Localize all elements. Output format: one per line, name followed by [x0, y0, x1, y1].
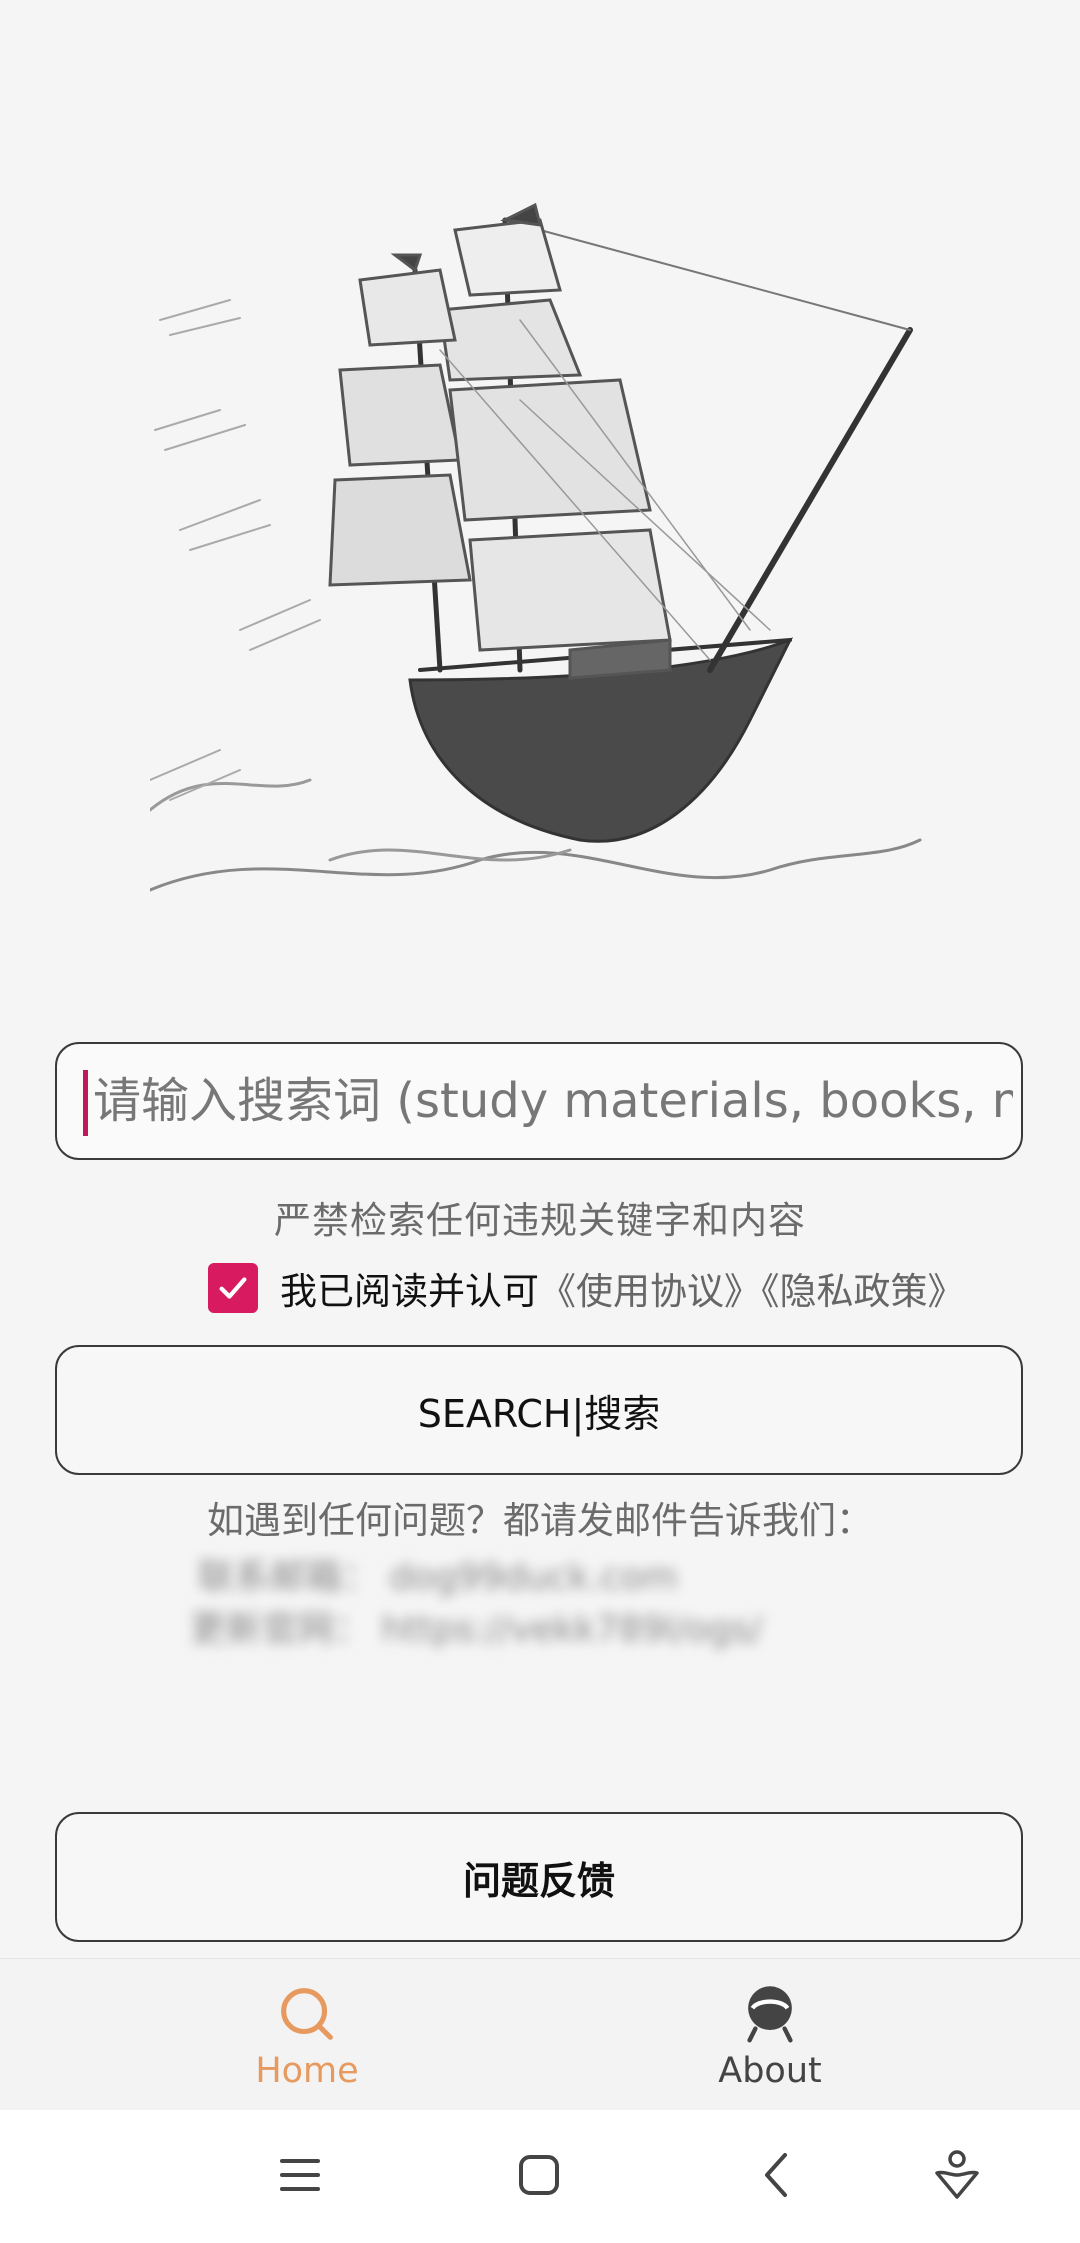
back-icon[interactable] [742, 2140, 812, 2210]
menu-icon[interactable] [265, 2140, 335, 2210]
terms-link[interactable]: 《使用协议》 [539, 1270, 761, 1313]
text-cursor [83, 1070, 88, 1136]
feedback-button[interactable]: 问题反馈 [55, 1812, 1023, 1942]
home-square-icon[interactable] [504, 2140, 574, 2210]
contact-email: 联系邮箱： dog99duck.com [198, 1557, 678, 1598]
nav-item-home[interactable]: Home [157, 1959, 457, 2111]
checkmark-icon [219, 1277, 247, 1299]
agreement-text: 我已阅读并认可 [280, 1270, 539, 1313]
agreement-checkbox[interactable] [208, 1263, 258, 1313]
bottom-nav: Home About [0, 1958, 1080, 2111]
contact-question: 如遇到任何问题？都请发邮件告诉我们： [207, 1499, 873, 1542]
search-input-container[interactable] [55, 1042, 1023, 1160]
assistant-icon[interactable] [922, 2140, 992, 2210]
restriction-notice: 严禁检索任何违规关键字和内容 [274, 1199, 806, 1242]
sailing-ship-illustration [150, 202, 922, 892]
nav-label-home: Home [255, 2051, 359, 2091]
search-input[interactable] [93, 1044, 1013, 1158]
contact-website: 更新官网： https://vekk789l/ogs/ [190, 1609, 763, 1650]
nav-item-about[interactable]: About [620, 1959, 920, 2111]
system-nav-bar [0, 2110, 1080, 2243]
agreement-row: 我已阅读并认可《使用协议》《隐私政策》 [208, 1260, 965, 1316]
about-icon [747, 1986, 793, 2043]
nav-label-about: About [718, 2051, 822, 2091]
search-icon [281, 1988, 333, 2040]
privacy-link[interactable]: 《隐私政策》 [761, 1270, 965, 1313]
search-button[interactable]: SEARCH|搜索 [55, 1345, 1023, 1475]
